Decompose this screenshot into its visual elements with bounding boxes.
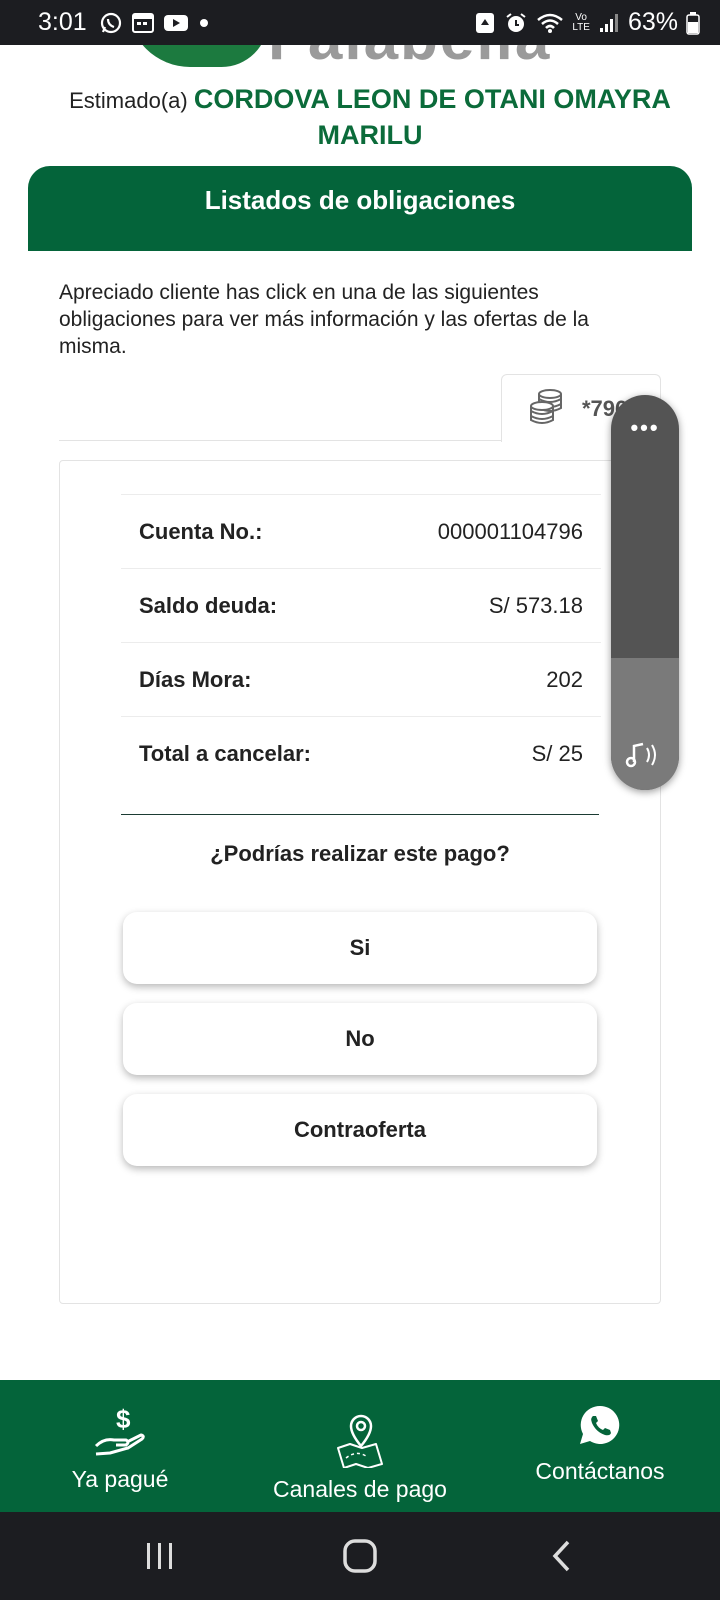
status-bar: 3:01 Vo LTE 63% <box>0 0 720 45</box>
customer-name: CORDOVA LEON DE OTANI OMAYRA MARILU <box>193 84 671 150</box>
detail-label: Saldo deuda: <box>139 592 278 618</box>
system-status-icons: Vo LTE 63% <box>474 8 700 37</box>
detail-label: Cuenta No.: <box>139 518 263 544</box>
brand-logo: Falabella <box>0 45 720 75</box>
home-icon[interactable] <box>330 1534 390 1578</box>
nav-item-canales-de-pago[interactable]: Canales de pago <box>262 1410 458 1503</box>
no-button[interactable]: No <box>123 1003 597 1075</box>
nav-item-contactanos[interactable]: Contáctanos <box>520 1402 680 1485</box>
floating-media-panel[interactable]: ••• <box>611 395 679 790</box>
map-pin-icon <box>337 1414 383 1468</box>
detail-value: S/ 25 <box>531 740 583 766</box>
coins-icon <box>528 386 566 431</box>
detail-row-balance: Saldo deuda: S/ 573.18 <box>121 568 601 642</box>
svg-text:$: $ <box>116 1406 131 1434</box>
system-navigation-bar <box>0 1512 720 1600</box>
nav-label: Contáctanos <box>535 1458 665 1484</box>
detail-value: 000001104796 <box>437 518 583 544</box>
detail-label: Total a cancelar: <box>139 740 311 766</box>
youtube-icon <box>163 13 189 33</box>
whatsapp-icon <box>99 11 123 35</box>
battery-percent: 63% <box>627 8 678 36</box>
detail-value: 202 <box>546 666 583 692</box>
greeting-label: Estimado(a) <box>69 88 188 113</box>
whatsapp-icon <box>580 1405 620 1444</box>
nav-label: Canales de pago <box>273 1476 447 1502</box>
yes-button[interactable]: Si <box>123 912 597 984</box>
logo-wordmark: Falabella <box>268 45 551 74</box>
detail-row-account: Cuenta No.: 000001104796 <box>121 494 601 568</box>
intro-text: Apreciado cliente has click en una de la… <box>59 281 589 358</box>
greeting: Estimado(a) CORDOVA LEON DE OTANI OMAYRA… <box>40 82 700 154</box>
obligation-card: Cuenta No.: 000001104796 Saldo deuda: S/… <box>59 460 661 1304</box>
payment-question: ¿Podrías realizar este pago? <box>210 841 510 866</box>
volte-icon: Vo LTE <box>572 11 590 33</box>
tabs-underline <box>59 440 502 441</box>
calendar-icon <box>131 12 155 34</box>
battery-icon <box>686 11 700 35</box>
nav-item-ya-pague[interactable]: $ Ya pagué <box>60 1406 180 1493</box>
nav-label: Ya pagué <box>71 1466 169 1492</box>
counteroffer-button[interactable]: Contraoferta <box>123 1094 597 1166</box>
hand-dollar-icon: $ <box>94 1406 145 1456</box>
dot-icon <box>197 16 211 30</box>
obligations-title: Listados de obligaciones <box>204 185 516 215</box>
alarm-icon <box>504 11 528 35</box>
wifi-icon <box>536 12 564 34</box>
detail-row-days-overdue: Días Mora: 202 <box>121 642 601 716</box>
obligations-header: Listados de obligaciones <box>28 166 692 251</box>
logo-leaf-shape <box>128 45 268 67</box>
detail-value: S/ 573.18 <box>488 592 583 618</box>
music-note-icon[interactable] <box>625 740 665 770</box>
card-divider <box>121 814 599 815</box>
signal-icon <box>598 12 620 34</box>
detail-row-total: Total a cancelar: S/ 25 <box>121 716 601 790</box>
more-dots-icon[interactable]: ••• <box>611 415 679 441</box>
status-time: 3:01 <box>38 8 87 36</box>
floating-panel-lower <box>611 658 679 790</box>
bottom-nav: $ Ya pagué Canales de pago Contáctanos <box>0 1380 720 1512</box>
notification-icons <box>99 11 211 35</box>
back-icon[interactable] <box>532 1534 592 1578</box>
recent-apps-icon[interactable] <box>130 1534 190 1578</box>
detail-label: Días Mora: <box>139 666 252 692</box>
recycle-icon <box>474 11 496 35</box>
